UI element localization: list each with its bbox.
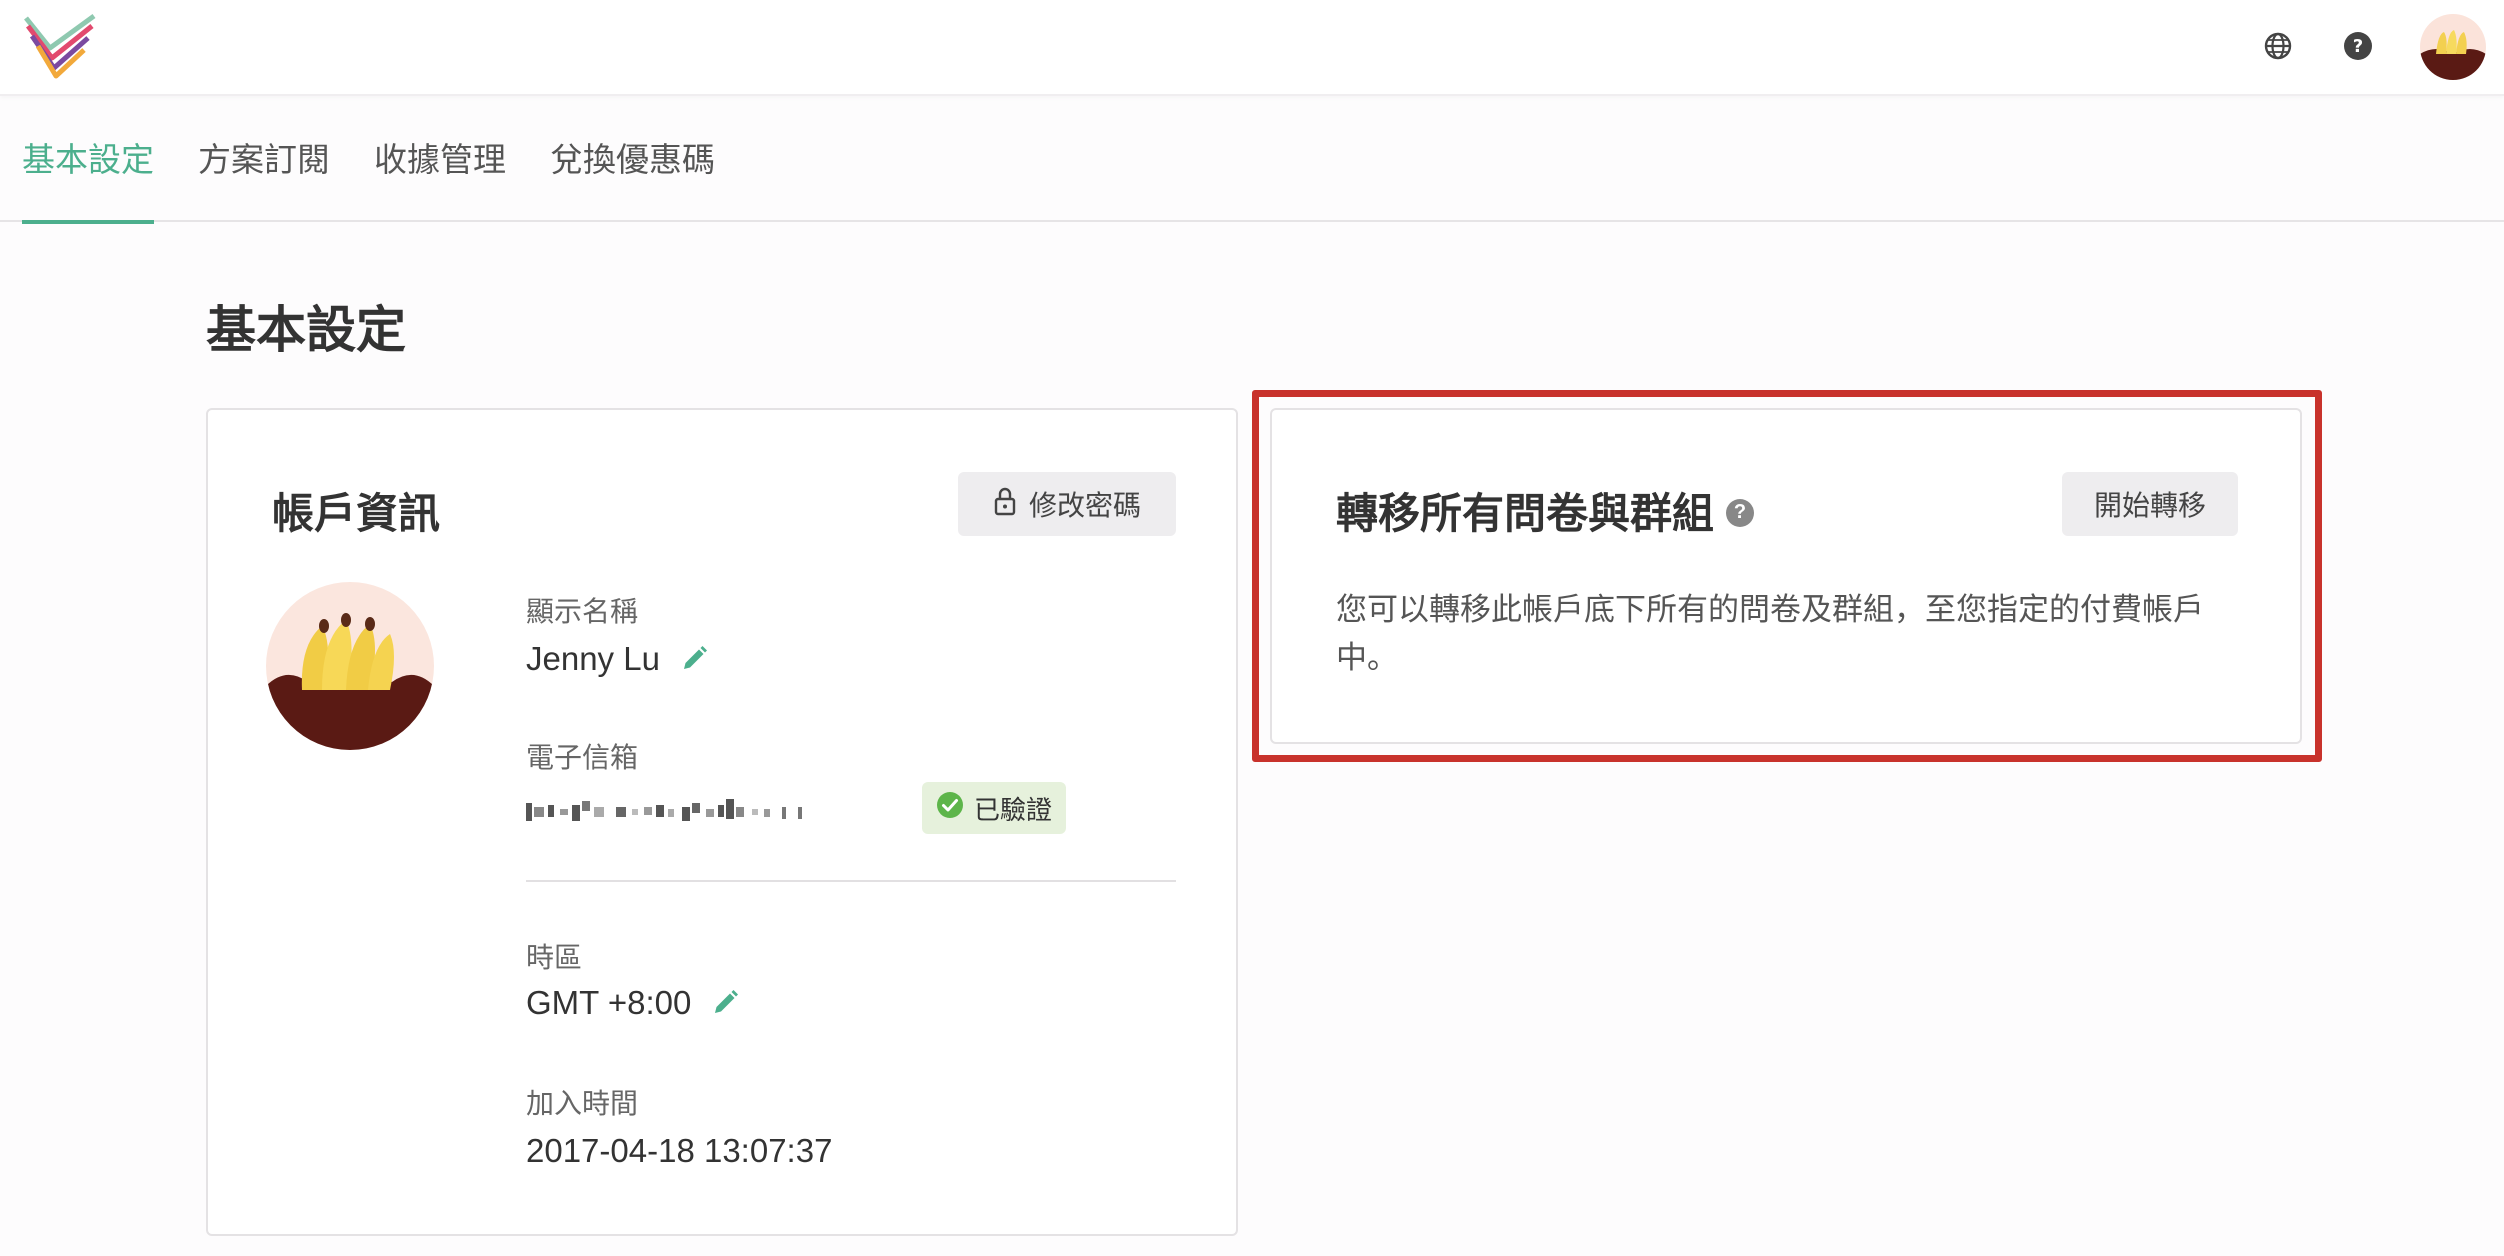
edit-timezone-pencil-icon[interactable] [711,989,739,1017]
top-bar: ? [0,0,2504,96]
timezone-row: GMT +8:00 [526,984,739,1022]
transfer-card-title: 轉移所有問卷與群組? [1336,480,1755,541]
transfer-surveys-card: 轉移所有問卷與群組? 開始轉移 您可以轉移此帳戶底下所有的問卷及群組，至您指定的… [1270,408,2302,744]
divider [526,880,1176,882]
email-value-masked [526,792,886,828]
start-transfer-button[interactable]: 開始轉移 [2062,472,2238,536]
tab-receipt-management[interactable]: 收據管理 [374,98,506,222]
tab-redeem-coupon[interactable]: 兌換優惠碼 [550,98,715,222]
logo-icon[interactable] [22,12,98,80]
account-info-card: 帳戶資訊 修改密碼 顯示名稱 Jenny Lu 電子信箱 已驗證 時區 GMT … [206,408,1238,1236]
start-transfer-label: 開始轉移 [2093,490,2206,521]
tab-plan-subscription[interactable]: 方案訂閱 [198,98,330,222]
display-name-value: Jenny Lu [526,640,660,677]
change-password-label: 修改密碼 [1028,490,1141,521]
help-question-icon[interactable]: ? [1726,498,1755,527]
transfer-description: 您可以轉移此帳戶底下所有的問卷及群組，至您指定的付費帳戶中。 [1336,592,2204,675]
svg-text:?: ? [2353,36,2363,57]
account-card-title: 帳戶資訊 [272,490,441,537]
edit-display-name-pencil-icon[interactable] [680,645,708,673]
joined-time-label: 加入時間 [526,1088,639,1119]
help-icon[interactable]: ? [2338,26,2378,66]
verified-badge: 已驗證 [922,782,1066,834]
verified-label: 已驗證 [973,794,1052,825]
profile-avatar [266,582,434,750]
user-avatar[interactable] [2420,14,2486,80]
timezone-label: 時區 [526,942,583,973]
globe-icon[interactable] [2258,26,2298,66]
change-password-button[interactable]: 修改密碼 [958,472,1176,536]
lock-icon [993,486,1017,523]
page-title: 基本設定 [206,302,406,358]
tab-bar: 基本設定 方案訂閱 收據管理 兌換優惠碼 [0,98,2504,224]
timezone-value: GMT +8:00 [526,984,692,1021]
transfer-title-text: 轉移所有問卷與群組 [1336,490,1715,537]
display-name-row: Jenny Lu [526,640,708,678]
joined-time-value: 2017-04-18 13:07:37 [526,1132,833,1169]
check-circle-icon [936,791,964,826]
display-name-label: 顯示名稱 [526,596,639,627]
email-label: 電子信箱 [526,742,639,773]
tab-basic-settings[interactable]: 基本設定 [22,98,154,224]
